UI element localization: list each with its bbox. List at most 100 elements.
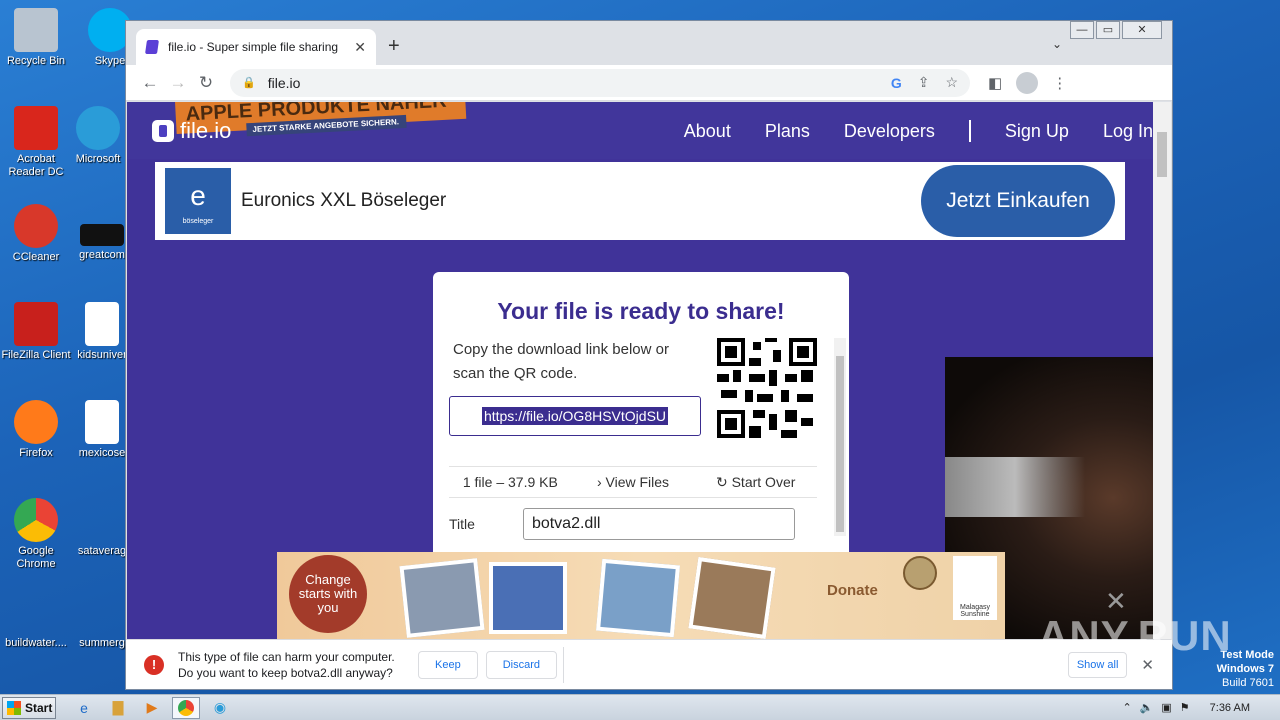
page-viewport: APPLE PRODUKTE NÄHER JETZT STARKE ANGEBO… [127,102,1153,639]
tab-fileio[interactable]: file.io - Super simple file sharing ✕ [136,29,376,65]
desktop-icon-recycle-bin[interactable]: Recycle Bin [0,8,72,68]
desktop-icon-firefox[interactable]: Firefox [0,400,72,460]
ad-name: Euronics XXL Böseleger [241,190,447,211]
chrome-taskbar-icon[interactable] [172,696,200,719]
edge-taskbar-icon[interactable]: ◉ [206,697,234,719]
ad-seal-card: Malagasy Sunshine [953,556,997,620]
tray-expand-icon[interactable]: ⌃ [1122,701,1131,714]
filezilla-icon [14,302,58,346]
side-panel-icon[interactable]: ◧ [988,74,1002,92]
logo-text: file.io [180,118,232,143]
lock-icon: 🔒 [242,77,256,89]
ad-seal-icon [903,556,937,590]
tab-close-icon[interactable]: ✕ [354,39,366,56]
share-card: Your file is ready to share! Copy the do… [433,272,849,572]
window-close-button[interactable]: ✕ [1122,21,1162,39]
test-mode-line2: Windows 7 [1216,663,1274,675]
google-icon[interactable]: G [891,75,902,91]
nav-developers[interactable]: Developers [844,121,935,142]
file-icon [80,498,124,542]
ad-photo [596,558,680,638]
edge-icon [76,106,120,150]
fileio-logo-icon [152,120,174,142]
minimize-button[interactable]: — [1070,21,1094,39]
desktop-icon-filezilla[interactable]: FileZilla Client [0,302,72,362]
nav-plans[interactable]: Plans [765,121,810,142]
forward-arrow-icon[interactable]: → [164,73,192,93]
ad-donate[interactable]: Donate [827,582,878,599]
desktop-icon-buildwater[interactable]: buildwater.... [0,600,72,650]
discard-button[interactable]: Discard [485,650,557,679]
system-tray: ⌃ 🔈 ▣ ⚑ 7:36 AM [1122,701,1280,715]
volume-icon[interactable]: 🔈 [1140,701,1154,714]
share-icon[interactable]: ⇪ [918,74,930,91]
nav-divider [968,120,971,142]
profile-avatar-icon[interactable] [1016,71,1039,94]
photo-blur [945,457,1085,517]
back-arrow-icon[interactable]: ← [136,73,164,93]
start-button[interactable]: Start [2,696,56,719]
taskbar: Start e ▇ ▶ ◉ ⌃ 🔈 ▣ ⚑ 7:36 AM [0,694,1280,720]
address-bar[interactable]: 🔒 file.io G ⇪ ☆ [230,68,970,97]
qr-code-icon [717,338,817,438]
desktop-icon-chrome[interactable]: Google Chrome [0,498,72,571]
windows-flag-icon [7,700,21,715]
card-scroll-thumb[interactable] [836,356,844,532]
file-icon [80,224,124,246]
explorer-folder-icon[interactable]: ▇ [104,697,132,719]
ad-cta-button[interactable]: Jetzt Einkaufen [921,165,1115,237]
share-heading: Your file is ready to share! [497,298,785,324]
new-tab-button[interactable]: + [388,35,400,58]
start-over-button[interactable]: ↻ Start Over [694,474,817,491]
window-controls: — ▭ ✕ [1070,21,1162,39]
file-icon [80,600,124,634]
nav-about[interactable]: About [684,121,731,142]
tab-strip: file.io - Super simple file sharing ✕ + … [126,21,1172,65]
maximize-button[interactable]: ▭ [1096,21,1120,39]
page-scroll-thumb[interactable] [1157,132,1167,177]
test-mode-notice: Test Mode Windows 7 Build 7601 [1217,648,1274,690]
nav-signup[interactable]: Sign Up [1005,121,1069,142]
network-icon[interactable]: ▣ [1161,701,1171,714]
desktop-icon-ccleaner[interactable]: CCleaner [0,204,72,264]
title-input[interactable] [522,508,795,540]
nav-login[interactable]: Log In [1103,121,1153,142]
menu-kebab-icon[interactable]: ⋮ [1052,74,1067,92]
recycle-bin-icon [14,8,58,52]
address-url[interactable]: file.io [268,75,875,91]
word-doc-icon [85,400,119,444]
start-label: Start [25,700,53,715]
desktop-icon-microsoft-edge[interactable]: Microsoft [62,106,134,166]
ie-icon[interactable]: e [70,697,98,719]
share-link[interactable]: https://file.io/OG8HSVtOjdSU [481,407,669,425]
ad-photo [688,556,776,639]
site-logo[interactable]: file.io [152,118,231,144]
test-mode-line3: Build 7601 [1222,677,1274,689]
keep-button[interactable]: Keep [418,650,478,679]
reload-icon[interactable]: ↻ [192,73,220,93]
file-count: 1 file – 37.9 KB [462,474,558,490]
file-meta-row: 1 file – 37.9 KB › View Files ↻ Start Ov… [449,466,817,498]
download-bar: ! This type of file can harm your comput… [126,639,1172,689]
share-link-field[interactable]: https://file.io/OG8HSVtOjdSU [449,396,701,436]
fileio-favicon-icon [145,40,159,54]
download-warning: This type of file can harm your computer… [178,649,410,681]
action-center-flag-icon[interactable]: ⚑ [1180,701,1190,714]
euronics-logo-icon: e böseleger [165,168,231,234]
bookmark-star-icon[interactable]: ☆ [945,74,958,91]
share-card-body: Copy the download link below or scan the… [449,338,833,572]
media-player-icon[interactable]: ▶ [138,697,166,719]
bottom-ad-banner[interactable]: Change starts with you Donate Malagasy S… [277,552,1005,639]
share-instructions: Copy the download link below or scan the… [453,341,669,382]
euronics-ad-banner[interactable]: e böseleger Euronics XXL Böseleger Jetzt… [155,162,1125,240]
view-files-button[interactable]: › View Files [572,474,695,490]
chrome-icon [14,498,58,542]
file-icon [14,600,58,634]
tab-search-chevron-icon[interactable]: ⌄ [1052,37,1062,51]
page-scrollbar[interactable] [1153,102,1171,639]
clock[interactable]: 7:36 AM [1210,702,1250,714]
card-scrollbar[interactable] [834,338,846,536]
download-warning-line1: This type of file can harm your computer… [178,649,395,664]
view-files-label: View Files [605,474,670,490]
site-header: APPLE PRODUKTE NÄHER JETZT STARKE ANGEBO… [127,102,1153,159]
